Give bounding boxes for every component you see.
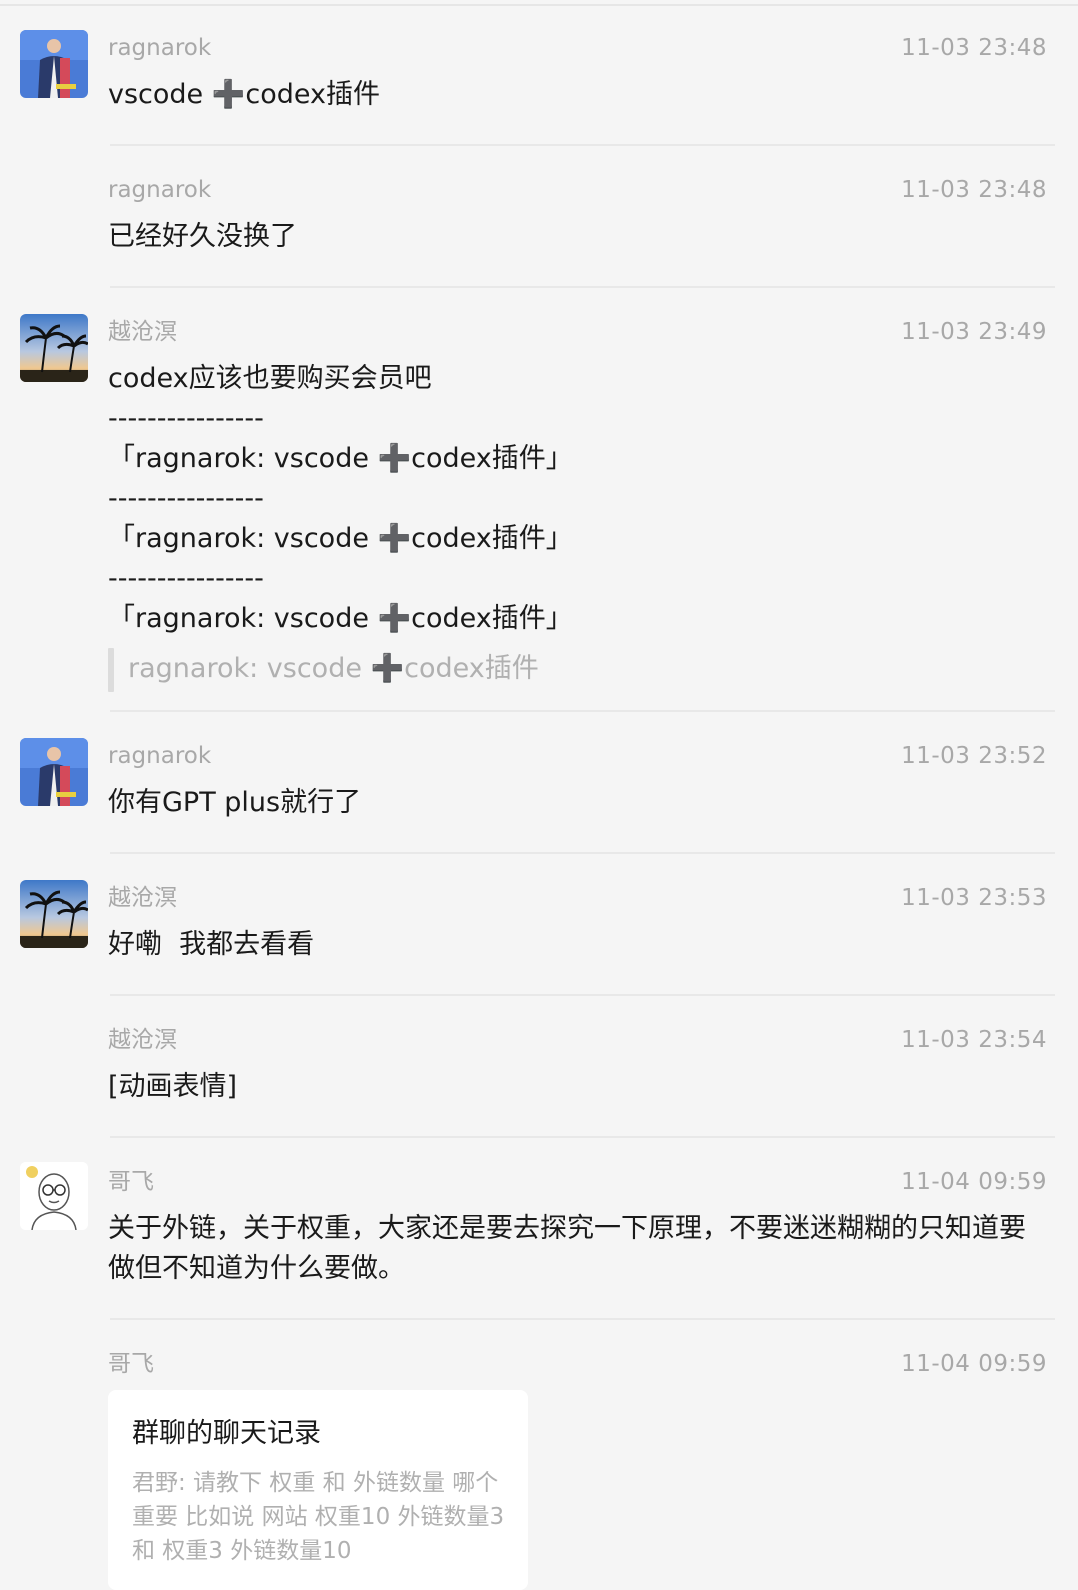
sticker-placeholder[interactable]: [动画表情]	[108, 1067, 237, 1107]
sender-name: ragnarok	[108, 35, 212, 61]
separator-line: ----------------	[108, 483, 264, 514]
beach-palms-icon	[20, 314, 88, 382]
avatar[interactable]	[20, 1162, 88, 1230]
message-divider	[110, 1318, 1055, 1320]
beach-palms-icon	[20, 880, 88, 948]
message-time: 11-03 23:48	[901, 35, 1047, 61]
separator-line: ----------------	[108, 403, 264, 434]
quoted-line: 「ragnarok: vscode ➕codex插件」	[108, 443, 573, 474]
message-divider	[110, 286, 1055, 288]
quoted-line: 「ragnarok: vscode ➕codex插件」	[108, 523, 573, 554]
avatar[interactable]	[20, 30, 88, 98]
sender-name: 哥飞	[108, 1351, 154, 1377]
sender-name: 越沧溟	[108, 1027, 177, 1053]
avatar[interactable]	[20, 880, 88, 948]
message-text-line: codex应该也要购买会员吧	[108, 363, 432, 394]
sender-name: ragnarok	[108, 743, 212, 769]
message-time: 11-04 09:59	[901, 1351, 1047, 1377]
cartoon-man-icon	[20, 1162, 88, 1230]
avatar[interactable]	[20, 314, 88, 382]
message-divider	[110, 710, 1055, 712]
person-photo-icon	[20, 30, 88, 98]
message-divider	[110, 1136, 1055, 1138]
message-text: vscode ➕codex插件	[108, 79, 380, 110]
sender-name: 越沧溟	[108, 885, 177, 911]
message-time: 11-04 09:59	[901, 1169, 1047, 1195]
reply-quote[interactable]: ragnarok: vscode ➕codex插件	[128, 649, 539, 689]
card-preview: 君野: 请教下 权重 和 外链数量 哪个重要 比如说 网站 权重10 外链数量3…	[132, 1470, 505, 1564]
message-text: 已经好久没换了	[108, 221, 297, 252]
avatar[interactable]	[20, 738, 88, 806]
chat-history-card[interactable]: 群聊的聊天记录 君野: 请教下 权重 和 外链数量 哪个重要 比如说 网站 权重…	[108, 1390, 528, 1590]
sender-name: ragnarok	[108, 177, 212, 203]
top-divider	[0, 4, 1078, 6]
quoted-line: 「ragnarok: vscode ➕codex插件」	[108, 603, 573, 634]
message-divider	[110, 994, 1055, 996]
separator-line: ----------------	[108, 563, 264, 594]
message-text: 好嘞 我都去看看	[108, 929, 315, 960]
message-time: 11-03 23:49	[901, 319, 1047, 345]
message-time: 11-03 23:48	[901, 177, 1047, 203]
quote-bar	[108, 648, 114, 692]
message-text: 关于外链，关于权重，大家还是要去探究一下原理，不要迷迷糊糊的只知道要做但不知道为…	[108, 1213, 1026, 1284]
sender-name: 哥飞	[108, 1169, 154, 1195]
message-divider	[110, 144, 1055, 146]
message-divider	[110, 852, 1055, 854]
card-title: 群聊的聊天记录	[132, 1418, 321, 1449]
message-time: 11-03 23:53	[901, 885, 1047, 911]
sender-name: 越沧溟	[108, 319, 177, 345]
message-time: 11-03 23:52	[901, 743, 1047, 769]
person-photo-icon	[20, 738, 88, 806]
message-text: 你有GPT plus就行了	[108, 787, 362, 818]
message-time: 11-03 23:54	[901, 1027, 1047, 1053]
